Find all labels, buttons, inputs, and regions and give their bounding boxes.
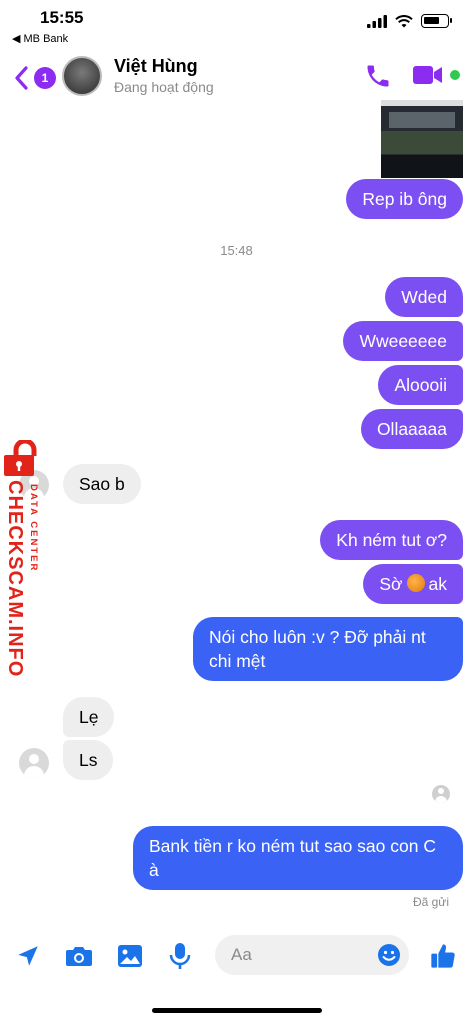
voice-button[interactable] (164, 940, 196, 972)
timestamp-separator: 15:48 (220, 243, 253, 258)
location-button[interactable] (12, 940, 44, 972)
message-input[interactable] (231, 945, 361, 965)
incoming-message[interactable]: Lẹ (63, 697, 115, 737)
contact-avatar[interactable] (62, 56, 102, 96)
back-to-app-link[interactable]: ◀ MB Bank (12, 32, 68, 45)
seen-avatar (432, 785, 450, 803)
outgoing-message[interactable]: Wded (385, 277, 463, 317)
composer-bar (0, 930, 473, 982)
status-time: 15:55 (40, 8, 84, 27)
outgoing-message[interactable]: Kh ném tut ơ? (320, 520, 463, 560)
watermark-brand: CHECKSCAM.INFO (4, 480, 26, 678)
signal-icon (367, 14, 387, 28)
home-indicator (152, 1008, 322, 1013)
chevron-left-icon (15, 66, 28, 90)
thumbs-up-icon (431, 944, 455, 968)
outgoing-message[interactable]: Ollaaaaa (360, 409, 463, 449)
image-icon (118, 945, 142, 967)
camera-icon (66, 947, 92, 966)
shared-photo[interactable] (381, 100, 463, 178)
lock-watermark-icon (4, 440, 37, 476)
phone-call-icon[interactable] (364, 62, 392, 90)
chat-header: 1 Việt Hùng Đang hoạt động (0, 48, 473, 106)
outgoing-message[interactable]: Nói cho luôn :v ? Đỡ phải nt chi mệt (193, 617, 463, 681)
message-input-box[interactable] (215, 935, 409, 975)
orange-emoji-icon (406, 574, 425, 592)
camera-button[interactable] (63, 940, 95, 972)
contact-small-avatar[interactable] (19, 748, 49, 778)
back-button[interactable]: 1 (12, 64, 56, 92)
contact-status: Đang hoạt động (114, 79, 214, 95)
unread-badge: 1 (34, 67, 56, 89)
navigation-arrow-icon (18, 946, 38, 966)
incoming-message[interactable]: Sao b (63, 464, 141, 504)
contact-name[interactable]: Việt Hùng (114, 56, 198, 77)
emoji-icon[interactable] (377, 943, 401, 967)
message-text: ak (428, 574, 447, 594)
outgoing-message-emoji[interactable]: Sờ ak (363, 564, 463, 604)
battery-icon (421, 14, 452, 28)
outgoing-message[interactable]: Bank tiền r ko ném tut sao sao con C à (133, 826, 463, 890)
wifi-icon (395, 14, 413, 27)
microphone-icon (169, 943, 191, 969)
sent-status: Đã gửi (412, 895, 449, 909)
gallery-button[interactable] (114, 940, 146, 972)
incoming-message[interactable]: Ls (63, 740, 114, 780)
outgoing-message[interactable]: Rep ib ông (346, 179, 463, 219)
outgoing-message[interactable]: Wweeeeee (343, 321, 463, 361)
like-button[interactable] (427, 940, 459, 972)
video-call-icon[interactable] (412, 64, 444, 86)
message-text: Sờ (379, 574, 403, 594)
online-indicator (450, 70, 460, 80)
status-icons (367, 14, 452, 28)
watermark-subtitle: DATA CENTER (28, 484, 39, 573)
outgoing-message[interactable]: Aloooii (378, 365, 463, 405)
